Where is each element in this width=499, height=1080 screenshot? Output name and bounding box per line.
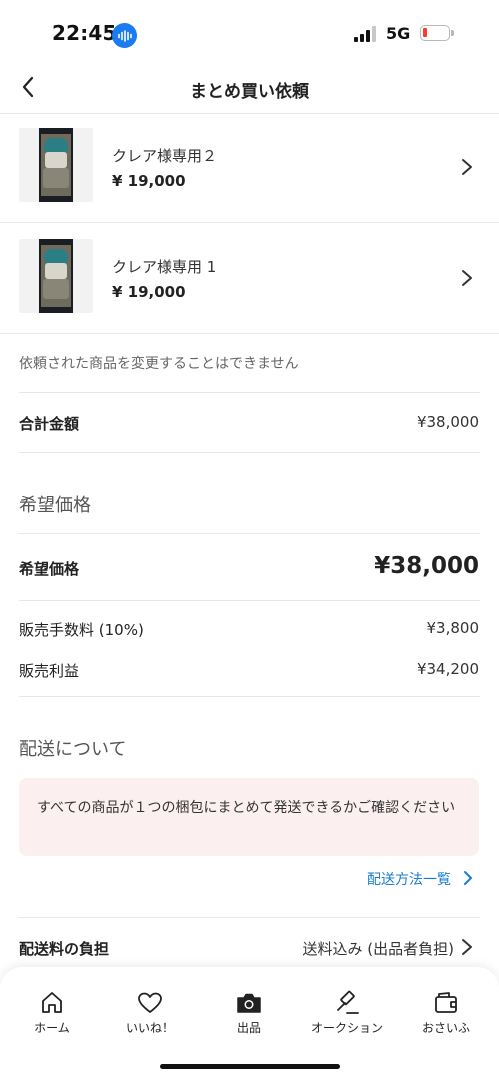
camera-icon — [237, 993, 261, 1013]
status-bar: 22:45 5G — [0, 0, 499, 62]
profit-value: ¥34,200 — [416, 660, 479, 678]
tab-home[interactable]: ホーム — [2, 987, 102, 1043]
product-item[interactable]: クレア様専用 1 ¥ 19,000 — [0, 223, 499, 334]
battery-icon — [420, 25, 454, 41]
product-item[interactable]: クレア様専用２ ¥ 19,000 — [0, 112, 499, 223]
tab-wallet[interactable]: おさいふ — [396, 987, 496, 1043]
product-price: ¥ 19,000 — [112, 172, 186, 190]
wallet-icon — [435, 992, 457, 1013]
tab-label: おさいふ — [421, 1021, 470, 1035]
tab-label: ホーム — [34, 1021, 70, 1035]
profit-label: 販売利益 — [19, 662, 80, 680]
divider — [19, 533, 480, 534]
total-label: 合計金額 — [19, 415, 80, 433]
shipping-heading: 配送について — [19, 739, 127, 760]
desired-price-label: 希望価格 — [19, 560, 80, 578]
network-type: 5G — [386, 24, 411, 43]
product-name: クレア様専用２ — [112, 147, 218, 165]
fee-label: 販売手数料 (10%) — [19, 621, 144, 639]
product-thumbnail — [19, 239, 93, 313]
divider — [19, 696, 480, 697]
fee-value: ¥3,800 — [426, 619, 480, 637]
heart-icon — [138, 992, 162, 1013]
change-notice: 依頼された商品を変更することはできません — [19, 356, 299, 372]
total-value: ¥38,000 — [416, 413, 479, 431]
chevron-right-icon — [462, 270, 472, 286]
gavel-icon — [337, 990, 359, 1014]
product-name: クレア様専用 1 — [112, 258, 217, 276]
tab-sell[interactable]: 出品 — [199, 987, 299, 1043]
divider — [19, 392, 480, 393]
divider — [19, 600, 480, 601]
home-indicator — [160, 1064, 340, 1069]
product-thumbnail — [19, 128, 93, 202]
tab-label: 出品 — [236, 1021, 261, 1035]
divider — [19, 452, 480, 453]
chevron-right-icon — [462, 159, 472, 175]
tab-label: オークション — [310, 1021, 383, 1035]
shipping-burden-value: 送料込み (出品者負担) — [302, 940, 454, 958]
audio-recording-icon[interactable] — [112, 23, 137, 48]
tab-auction[interactable]: オークション — [297, 987, 397, 1043]
chevron-right-icon[interactable] — [462, 869, 474, 887]
cellular-signal-icon — [354, 26, 378, 42]
page-title: まとめ買い依頼 — [190, 82, 309, 102]
tab-likes[interactable]: いいね！ — [100, 987, 200, 1043]
home-icon — [42, 992, 62, 1013]
chevron-right-icon — [462, 939, 472, 955]
status-time: 22:45 — [52, 21, 117, 45]
desired-price-value: ¥38,000 — [374, 553, 479, 579]
shipping-burden-label: 配送料の負担 — [19, 940, 110, 958]
nav-header: まとめ買い依頼 — [0, 62, 499, 114]
shipping-alert: すべての商品が１つの梱包にまとめて発送できるかご確認ください — [19, 778, 479, 856]
tab-label: いいね！ — [125, 1021, 174, 1035]
desired-price-heading: 希望価格 — [19, 495, 91, 516]
product-price: ¥ 19,000 — [112, 283, 186, 301]
shipping-methods-link[interactable]: 配送方法一覧 — [367, 869, 451, 889]
